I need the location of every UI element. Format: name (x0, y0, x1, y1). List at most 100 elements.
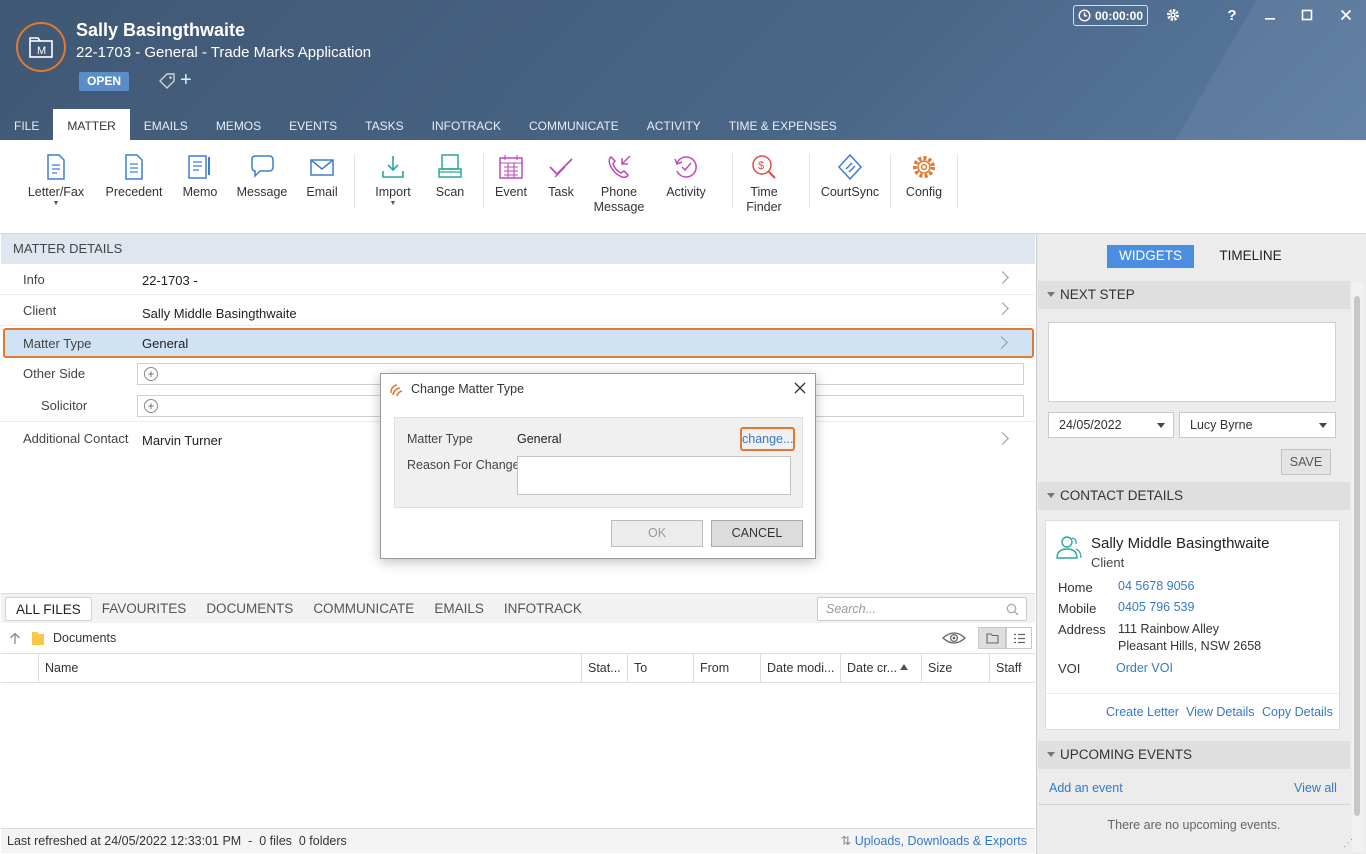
folder-view-button[interactable] (978, 627, 1006, 649)
import-button[interactable]: Import ▼ (355, 140, 431, 233)
settings-gear-icon[interactable] (1160, 4, 1186, 26)
tab-memos[interactable]: MEMOS (202, 109, 275, 140)
letter-fax-button[interactable]: Letter/Fax ▼ (24, 140, 88, 233)
email-button[interactable]: Email (304, 140, 340, 233)
close-icon[interactable] (794, 382, 806, 394)
tab-infotrack[interactable]: INFOTRACK (418, 109, 515, 140)
scrollbar-thumb[interactable] (1354, 296, 1360, 816)
column-size[interactable]: Size (921, 654, 989, 683)
memo-label: Memo (182, 185, 218, 199)
column-date-created[interactable]: Date cr... (840, 654, 921, 683)
view-details-link[interactable]: View Details (1186, 705, 1255, 719)
mobile-phone-link[interactable]: 0405 796 539 (1118, 600, 1194, 614)
tab-file[interactable]: FILE (0, 109, 53, 140)
tab-events[interactable]: EVENTS (275, 109, 351, 140)
add-circle-icon[interactable]: + (144, 399, 158, 413)
matter-detail-row-client[interactable]: Client Sally Middle Basingthwaite (1, 295, 1035, 326)
tab-communicate-docs[interactable]: COMMUNICATE (303, 597, 424, 621)
uploads-downloads-link[interactable]: ⇅ Uploads, Downloads & Exports (841, 829, 1027, 853)
next-step-date-select[interactable]: 24/05/2022 (1048, 412, 1174, 438)
column-name[interactable]: Name (38, 654, 581, 683)
tab-infotrack-docs[interactable]: INFOTRACK (494, 597, 592, 621)
tab-matter[interactable]: MATTER (53, 109, 130, 140)
envelope-icon (310, 159, 334, 176)
dialog-matter-type-label: Matter Type (407, 432, 473, 446)
change-link[interactable]: change... (740, 427, 795, 451)
change-matter-type-dialog: Change Matter Type Matter Type General c… (380, 373, 816, 559)
column-to[interactable]: To (627, 654, 693, 683)
tab-emails[interactable]: EMAILS (130, 109, 202, 140)
activity-button[interactable]: Activity (654, 140, 718, 233)
tab-documents[interactable]: DOCUMENTS (196, 597, 303, 621)
tag-icon[interactable] (158, 72, 176, 93)
home-phone-link[interactable]: 04 5678 9056 (1118, 579, 1194, 593)
next-step-input[interactable] (1048, 322, 1336, 402)
add-tag-icon[interactable]: + (180, 68, 192, 92)
cancel-button[interactable]: CANCEL (711, 520, 803, 547)
up-arrow-icon[interactable] (9, 632, 21, 645)
app-window: M Sally Basingthwaite 22-1703 - General … (0, 0, 1366, 854)
scan-button[interactable]: Scan (431, 140, 469, 233)
maximize-icon[interactable] (1294, 4, 1320, 26)
tab-time-expenses[interactable]: TIME & EXPENSES (715, 109, 851, 140)
phone-message-button[interactable]: Phone Message (584, 140, 654, 233)
save-button[interactable]: SAVE (1281, 449, 1331, 475)
search-icon[interactable] (1006, 603, 1019, 616)
courtsync-button[interactable]: CourtSync (810, 140, 890, 233)
view-all-events-link[interactable]: View all (1294, 781, 1337, 795)
status-badge[interactable]: OPEN (79, 72, 129, 91)
precedent-button[interactable]: Precedent (88, 140, 180, 233)
matter-detail-row-matter-type[interactable]: Matter Type General (3, 328, 1034, 358)
main-tabs: FILE MATTER EMAILS MEMOS EVENTS TASKS IN… (0, 109, 851, 140)
add-circle-icon[interactable]: + (144, 367, 158, 381)
column-from[interactable]: From (693, 654, 760, 683)
ok-button[interactable]: OK (611, 520, 703, 547)
matter-details-header: MATTER DETAILS (1, 234, 1035, 264)
copy-details-link[interactable]: Copy Details (1262, 705, 1333, 719)
timer-button[interactable]: 00:00:00 (1073, 5, 1148, 26)
document-table-header: Name Stat... To From Date modi... Date c… (1, 654, 1035, 683)
tab-tasks[interactable]: TASKS (351, 109, 417, 140)
matter-type-value: General (142, 336, 189, 351)
task-button[interactable]: Task (538, 140, 584, 233)
add-event-link[interactable]: Add an event (1049, 781, 1123, 795)
column-staff[interactable]: Staff (989, 654, 1035, 683)
reason-for-change-input[interactable] (517, 456, 791, 495)
close-window-icon[interactable] (1333, 4, 1359, 26)
ribbon-separator (957, 154, 958, 208)
help-icon[interactable]: ? (1219, 4, 1245, 26)
tab-widgets[interactable]: WIDGETS (1107, 245, 1194, 268)
preview-eye-icon[interactable] (942, 630, 966, 646)
message-button[interactable]: Message (220, 140, 304, 233)
upcoming-events-header[interactable]: UPCOMING EVENTS (1038, 741, 1350, 769)
tab-timeline[interactable]: TIMELINE (1207, 245, 1294, 267)
memo-button[interactable]: Memo (180, 140, 220, 233)
order-voi-link[interactable]: Order VOI (1116, 661, 1173, 675)
tab-all-files[interactable]: ALL FILES (5, 597, 92, 621)
tab-activity[interactable]: ACTIVITY (633, 109, 715, 140)
dialog-matter-type-value: General (517, 432, 562, 446)
client-label: Client (23, 303, 57, 318)
time-finder-button[interactable]: $ Time Finder (733, 140, 795, 233)
minimize-icon[interactable] (1257, 4, 1283, 26)
address-line-1: 111 Rainbow Alley (1118, 622, 1219, 636)
tab-communicate[interactable]: COMMUNICATE (515, 109, 633, 140)
create-letter-link[interactable]: Create Letter (1106, 705, 1179, 719)
resize-grip-icon[interactable]: ⋰ (1343, 838, 1353, 849)
time-finder-label-2: Finder (746, 200, 782, 214)
tab-favourites[interactable]: FAVOURITES (92, 597, 197, 621)
event-button[interactable]: Event (484, 140, 538, 233)
config-button[interactable]: Config (891, 140, 957, 233)
contact-name[interactable]: Sally Middle Basingthwaite (1091, 535, 1269, 552)
column-status[interactable]: Stat... (581, 654, 627, 683)
contact-details-header[interactable]: CONTACT DETAILS (1038, 482, 1350, 510)
matter-detail-row-info[interactable]: Info 22-1703 - (1, 264, 1035, 295)
next-step-staff-select[interactable]: Lucy Byrne (1179, 412, 1336, 438)
sort-ascending-icon (900, 664, 908, 670)
list-view-button[interactable] (1006, 627, 1032, 649)
document-search-input[interactable]: Search... (817, 597, 1027, 621)
memo-icon (188, 155, 210, 179)
tab-emails-docs[interactable]: EMAILS (424, 597, 494, 621)
next-step-header[interactable]: NEXT STEP (1038, 281, 1350, 309)
column-date-modified[interactable]: Date modi... (760, 654, 840, 683)
